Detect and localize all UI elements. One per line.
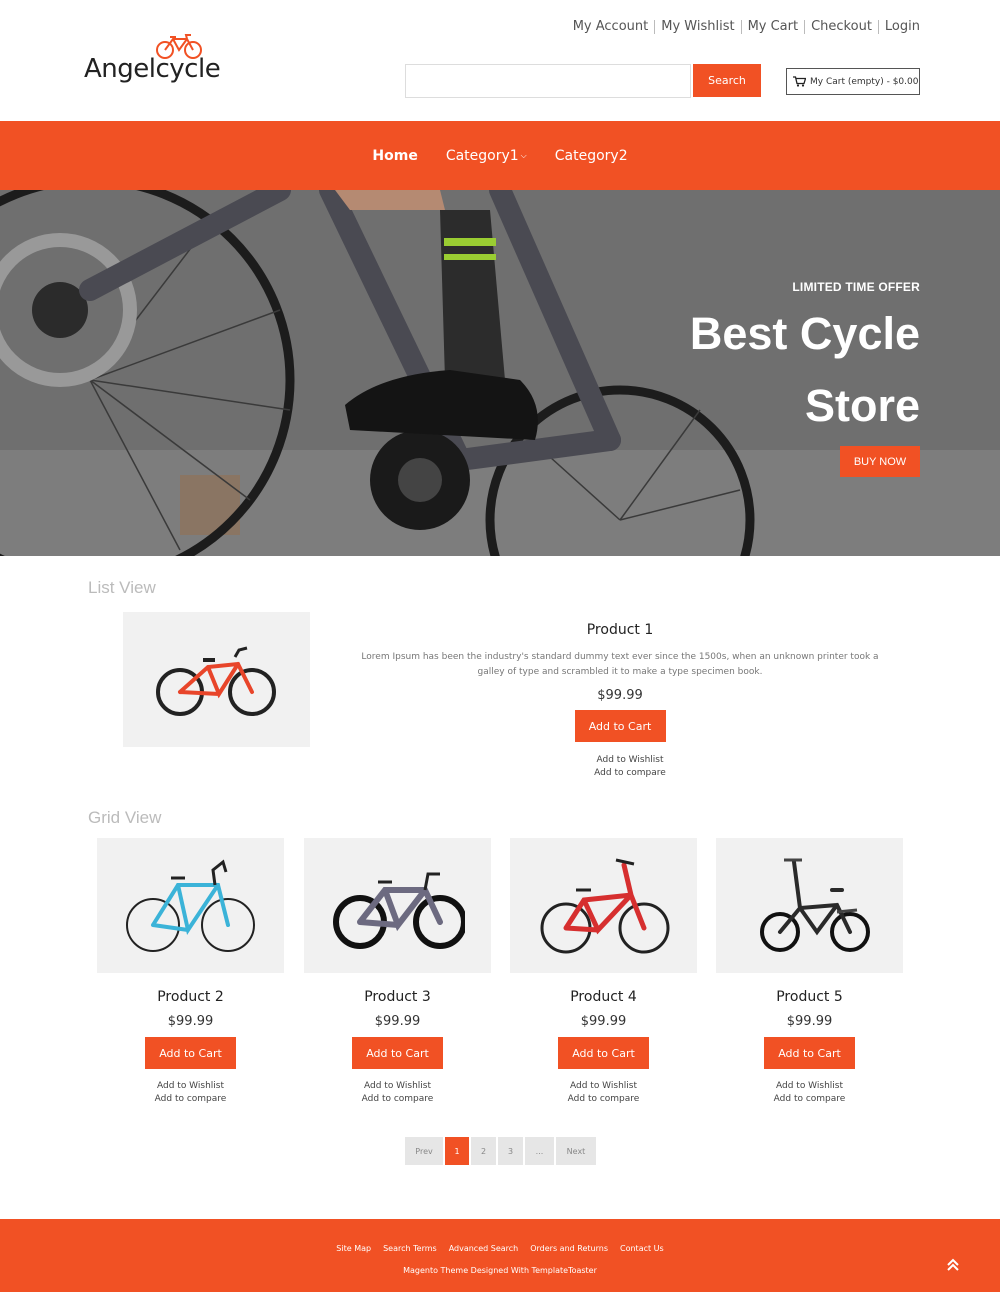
product-name[interactable]: Product 1	[350, 622, 890, 638]
add-to-cart-button[interactable]: Add to Cart	[558, 1037, 649, 1069]
product-image[interactable]	[716, 838, 903, 973]
footer-site-map-link[interactable]: Site Map	[336, 1244, 371, 1253]
scroll-to-top-icon[interactable]	[944, 1256, 962, 1274]
product-image[interactable]	[97, 838, 284, 973]
add-to-compare-link[interactable]: Add to compare	[510, 1093, 697, 1106]
product-price: $99.99	[786, 1014, 833, 1029]
bicycle-image	[540, 858, 670, 954]
product-name[interactable]: Product 2	[97, 989, 284, 1005]
header: Angelcycle My Account My Wishlist My Car…	[0, 0, 1000, 121]
pagination-prev[interactable]: Prev	[405, 1137, 443, 1165]
pagination-page-1[interactable]: 1	[445, 1137, 469, 1165]
top-links: My Account My Wishlist My Cart Checkout …	[567, 20, 920, 34]
product-secondary-links: Add to Wishlist Add to compare	[350, 754, 890, 780]
add-to-compare-link[interactable]: Add to compare	[370, 767, 890, 780]
product-secondary-links: Add to Wishlist Add to compare	[510, 1080, 697, 1106]
footer-contact-us-link[interactable]: Contact Us	[620, 1244, 664, 1253]
nav-category1-label: Category1	[445, 147, 519, 164]
add-to-cart-button[interactable]: Add to Cart	[352, 1037, 443, 1069]
hero-title-line1: Best Cycle	[689, 308, 920, 359]
my-account-link[interactable]: My Account	[567, 20, 655, 34]
add-to-compare-link[interactable]: Add to compare	[304, 1093, 491, 1106]
footer-advanced-search-link[interactable]: Advanced Search	[449, 1244, 519, 1253]
logo[interactable]: Angelcycle	[84, 34, 224, 90]
grid-product-card: Product 2 $99.99 Add to Cart Add to Wish…	[97, 838, 284, 1106]
grid-view-heading: Grid View	[88, 808, 162, 827]
bicycle-image	[333, 872, 465, 949]
nav-home[interactable]: Home	[372, 148, 417, 164]
add-to-compare-link[interactable]: Add to compare	[97, 1093, 284, 1106]
product-price: $99.99	[580, 1014, 627, 1029]
my-cart-link[interactable]: My Cart	[740, 20, 805, 34]
product-image[interactable]	[123, 612, 310, 747]
nav-category2[interactable]: Category2	[555, 148, 628, 164]
footer-search-terms-link[interactable]: Search Terms	[383, 1244, 437, 1253]
footer-credit: Magento Theme Designed With TemplateToas…	[403, 1266, 597, 1275]
hero-title: Best Cycle Store	[600, 298, 920, 442]
add-to-wishlist-link[interactable]: Add to Wishlist	[716, 1080, 903, 1093]
add-to-wishlist-link[interactable]: Add to Wishlist	[304, 1080, 491, 1093]
add-to-cart-button[interactable]: Add to Cart	[145, 1037, 236, 1069]
pagination-ellipsis[interactable]: ...	[525, 1137, 554, 1165]
product-name[interactable]: Product 5	[716, 989, 903, 1005]
pagination-page-2[interactable]: 2	[471, 1137, 496, 1165]
pagination-page-3[interactable]: 3	[498, 1137, 523, 1165]
search-input[interactable]	[405, 64, 691, 98]
product-price: $99.99	[374, 1014, 421, 1029]
cart-icon	[793, 76, 806, 87]
mini-cart-label: My Cart (empty) - $0.00	[810, 76, 919, 87]
bicycle-image	[126, 859, 255, 952]
product-price: $99.99	[167, 1014, 214, 1029]
grid-product-card: Product 3 $99.99 Add to Cart Add to Wish…	[304, 838, 491, 1106]
list-view-heading: List View	[88, 578, 156, 597]
product-image[interactable]	[304, 838, 491, 973]
add-to-wishlist-link[interactable]: Add to Wishlist	[370, 754, 890, 767]
product-name[interactable]: Product 3	[304, 989, 491, 1005]
add-to-compare-link[interactable]: Add to compare	[716, 1093, 903, 1106]
bicycle-image	[760, 858, 870, 952]
hero-banner: LIMITED TIME OFFER Best Cycle Store BUY …	[0, 190, 1000, 556]
product-price: $99.99	[597, 688, 643, 703]
main-nav: Home Category1 ⌵ Category2	[0, 121, 1000, 190]
grid-product-card: Product 5 $99.99 Add to Cart Add to Wish…	[716, 838, 903, 1106]
mini-cart[interactable]: My Cart (empty) - $0.00	[786, 68, 920, 95]
checkout-link[interactable]: Checkout	[804, 20, 878, 34]
product-name[interactable]: Product 4	[510, 989, 697, 1005]
footer-links: Site Map Search Terms Advanced Search Or…	[0, 1244, 1000, 1253]
add-to-cart-button[interactable]: Add to Cart	[574, 710, 666, 742]
hero-subtitle: LIMITED TIME OFFER	[792, 280, 920, 294]
add-to-cart-button[interactable]: Add to Cart	[764, 1037, 855, 1069]
search-button[interactable]: Search	[693, 64, 761, 97]
grid-product-card: Product 4 $99.99 Add to Cart Add to Wish…	[510, 838, 697, 1106]
bicycle-image	[156, 646, 276, 716]
pagination: Prev 1 2 3 ... Next	[405, 1137, 598, 1165]
product-secondary-links: Add to Wishlist Add to compare	[716, 1080, 903, 1106]
buy-now-button[interactable]: BUY NOW	[840, 446, 920, 477]
list-product-info: Product 1 Lorem Ipsum has been the indus…	[350, 622, 890, 780]
pagination-next[interactable]: Next	[556, 1137, 596, 1165]
chevron-down-icon: ⌵	[520, 150, 527, 160]
product-secondary-links: Add to Wishlist Add to compare	[97, 1080, 284, 1106]
product-secondary-links: Add to Wishlist Add to compare	[304, 1080, 491, 1106]
product-description: Lorem Ipsum has been the industry's stan…	[361, 652, 879, 677]
login-link[interactable]: Login	[877, 20, 920, 34]
product-image[interactable]	[510, 838, 697, 973]
footer: Site Map Search Terms Advanced Search Or…	[0, 1219, 1000, 1292]
brand-name: Angelcycle	[84, 54, 221, 84]
my-wishlist-link[interactable]: My Wishlist	[654, 20, 740, 34]
add-to-wishlist-link[interactable]: Add to Wishlist	[97, 1080, 284, 1093]
hero-title-line2: Store	[804, 380, 920, 431]
nav-category1[interactable]: Category1 ⌵	[446, 148, 527, 164]
add-to-wishlist-link[interactable]: Add to Wishlist	[510, 1080, 697, 1093]
footer-orders-returns-link[interactable]: Orders and Returns	[530, 1244, 608, 1253]
